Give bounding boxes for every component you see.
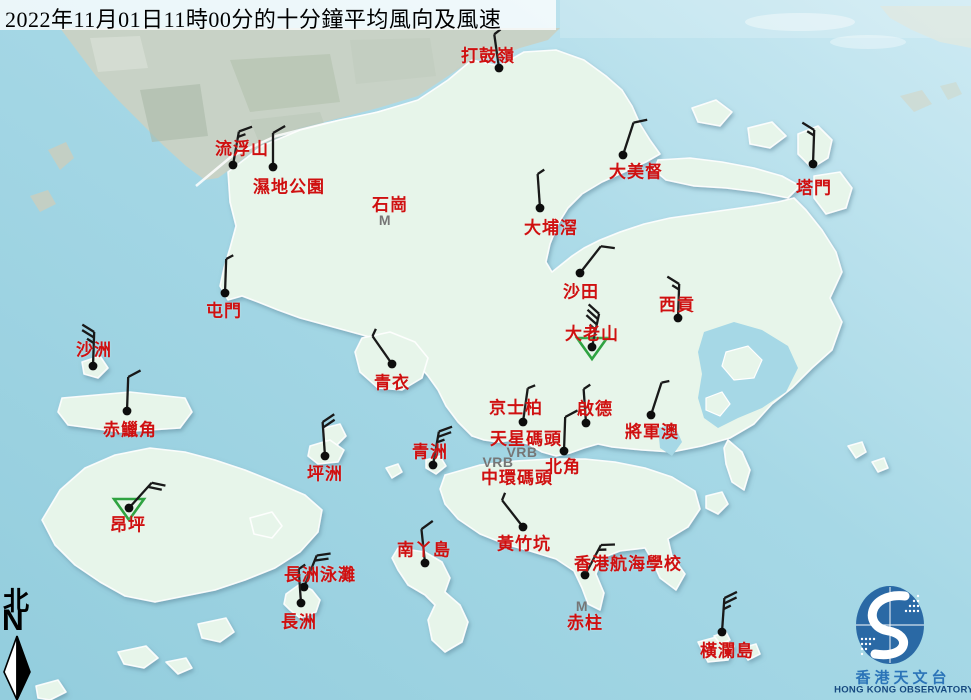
station-label: 青洲 bbox=[412, 438, 448, 463]
station-label: 長洲泳灘 bbox=[284, 561, 356, 586]
station-label: 塔門 bbox=[796, 174, 832, 199]
station-label: 赤鱲角 bbox=[103, 416, 157, 441]
station-dot bbox=[269, 163, 278, 172]
station-label: 大埔滘 bbox=[524, 214, 578, 239]
station-dot bbox=[89, 362, 98, 371]
station-label: 屯門 bbox=[206, 297, 242, 322]
compass-north-letter: N bbox=[2, 604, 24, 638]
hko-logo-english: HONG KONG OBSERVATORY bbox=[834, 685, 971, 696]
station-label: 青衣 bbox=[374, 369, 410, 394]
station-label: 橫瀾島 bbox=[700, 637, 754, 662]
station-label: 西貢 bbox=[659, 291, 695, 316]
station-dot bbox=[229, 161, 238, 170]
station-label: 黃竹坑 bbox=[497, 530, 551, 555]
wind-map-screen: 2022年11月01日11時00分的十分鐘平均風向及風速 打鼓嶺流浮山濕地公園石… bbox=[0, 0, 971, 700]
missing-data-marker: M bbox=[379, 212, 391, 228]
station-label: 香港航海學校 bbox=[574, 550, 682, 575]
station-label: 長洲 bbox=[281, 608, 317, 633]
station-label: 昂坪 bbox=[110, 511, 146, 536]
station-label: 大老山 bbox=[565, 320, 619, 345]
station-label: 沙洲 bbox=[76, 336, 112, 361]
station-dot bbox=[718, 628, 727, 637]
station-label: 大美督 bbox=[609, 158, 663, 183]
station-label: 南丫島 bbox=[397, 536, 451, 561]
map-title: 2022年11月01日11時00分的十分鐘平均風向及風速 bbox=[5, 2, 501, 34]
station-dot bbox=[536, 204, 545, 213]
station-label: 啟德 bbox=[577, 395, 613, 420]
station-dot bbox=[576, 269, 585, 278]
station-dot bbox=[123, 407, 132, 416]
station-label: 沙田 bbox=[563, 278, 599, 303]
station-label: 坪洲 bbox=[307, 460, 343, 485]
station-label: 將軍澳 bbox=[625, 418, 679, 443]
missing-data-marker: M bbox=[576, 598, 588, 614]
station-label: 濕地公園 bbox=[253, 173, 325, 198]
station-dot bbox=[809, 160, 818, 169]
hong-kong-map bbox=[0, 0, 971, 700]
station-label: 打鼓嶺 bbox=[461, 42, 515, 67]
variable-wind-marker: VRB bbox=[482, 454, 513, 470]
station-dot bbox=[297, 599, 306, 608]
station-label: 北角 bbox=[545, 453, 581, 478]
station-dot bbox=[388, 360, 397, 369]
hko-logo bbox=[856, 586, 924, 664]
station-label: 京士柏 bbox=[489, 394, 543, 419]
station-dot bbox=[582, 419, 591, 428]
station-label: 流浮山 bbox=[215, 135, 269, 160]
